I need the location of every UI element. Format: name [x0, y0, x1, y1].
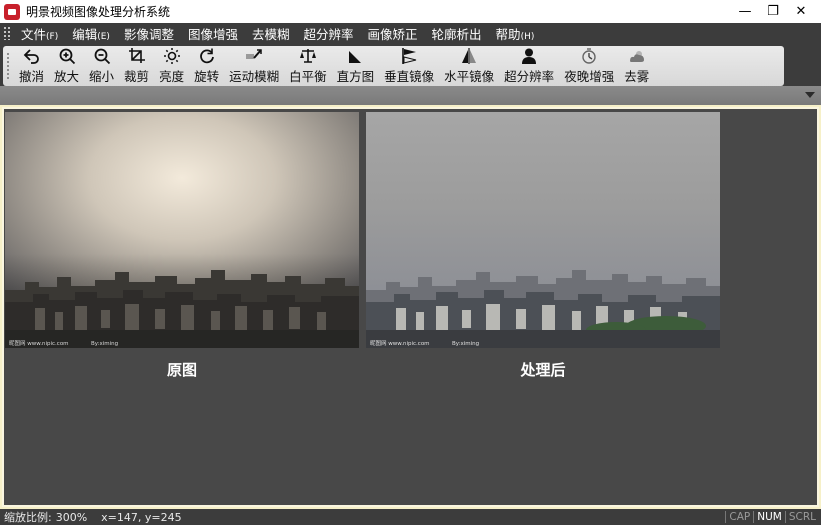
status-zoom-label: 缩放比例: [4, 511, 52, 524]
crop-button[interactable]: 裁剪 [119, 47, 154, 85]
scroll-lock-indicator: SCRL [784, 511, 819, 523]
menu-file-label: 文件 [21, 26, 47, 42]
menu-image-adjust-label: 影像调整 [123, 26, 174, 42]
motion-blur-icon [246, 49, 262, 59]
menu-image-correction-label: 画像矫正 [367, 26, 418, 42]
night-enhance-button[interactable]: 夜晚增强 [559, 47, 619, 85]
zoom-out-label: 缩小 [89, 69, 115, 84]
toolbar-area: 撤消 放大 缩小 裁剪 亮度 旋转 运动模糊 白平衡 直方图 垂直镜像 水平镜像… [0, 43, 821, 86]
super-resolution-label: 超分辨率 [504, 69, 555, 84]
balance-icon [299, 49, 316, 63]
menu-edit-label: 编辑 [72, 26, 98, 42]
num-lock-indicator: NUM [753, 511, 785, 523]
original-image[interactable]: 昵图网 www.nipic.com By:ximing [5, 112, 359, 348]
brightness-label: 亮度 [159, 69, 185, 84]
minimize-button[interactable]: — [731, 0, 759, 23]
zoom-in-button[interactable]: 放大 [49, 47, 84, 85]
zoom-in-icon [59, 48, 75, 65]
super-resolution-button[interactable]: 超分辨率 [499, 47, 559, 85]
histogram-label: 直方图 [336, 69, 375, 84]
undo-button[interactable]: 撤消 [14, 47, 49, 85]
processed-watermark: 昵图网 www.nipic.com [370, 339, 430, 347]
menu-help-label: 帮助 [495, 26, 521, 42]
menu-help-accel: (H) [520, 31, 535, 42]
menu-bar: 文件(F) 编辑(E) 影像调整 图像增强 去模糊 超分辨率 画像矫正 轮廓析出… [0, 23, 821, 43]
window-title: 明景视频图像处理分析系统 [26, 5, 171, 19]
chevron-down-icon[interactable] [805, 92, 815, 98]
menu-file-accel: (F) [46, 31, 59, 42]
rotate-label: 旋转 [194, 69, 220, 84]
rotate-icon [199, 48, 214, 64]
undo-label: 撤消 [19, 69, 45, 84]
caps-lock-indicator: CAP [725, 511, 753, 523]
horizontal-mirror-label: 水平镜像 [444, 69, 495, 84]
zoom-in-label: 放大 [54, 69, 80, 84]
processed-image[interactable]: 昵图网 www.nipic.com By:ximing [366, 112, 720, 348]
title-bar: 明景视频图像处理分析系统 — ❐ ✕ [0, 0, 821, 23]
processed-photo: 昵图网 www.nipic.com By:ximing [366, 112, 720, 348]
menu-edit[interactable]: 编辑(E) [65, 24, 117, 43]
menu-image-enhance[interactable]: 图像增强 [181, 24, 245, 43]
toolbar: 撤消 放大 缩小 裁剪 亮度 旋转 运动模糊 白平衡 直方图 垂直镜像 水平镜像… [3, 46, 784, 86]
white-balance-label: 白平衡 [289, 69, 327, 84]
status-coordinates: x=147, y=245 [101, 510, 182, 524]
menu-image-enhance-label: 图像增强 [187, 26, 238, 42]
menu-deblur[interactable]: 去模糊 [245, 24, 297, 43]
motion-blur-label: 运动模糊 [229, 69, 280, 84]
image-view-frame: 昵图网 www.nipic.com By:ximing 昵图网 www.nipi… [0, 105, 821, 509]
app-logo-icon[interactable] [4, 3, 20, 20]
super-resolution-icon [522, 48, 537, 64]
status-zoom-value: 300% [55, 510, 88, 524]
menu-super-resolution[interactable]: 超分辨率 [297, 24, 361, 43]
dehaze-label: 去雾 [624, 69, 650, 84]
menu-grip-icon[interactable] [3, 26, 11, 40]
panel-header-strip [0, 86, 821, 105]
night-enhance-label: 夜晚增强 [564, 69, 615, 84]
brightness-button[interactable]: 亮度 [154, 47, 189, 85]
menu-image-adjust[interactable]: 影像调整 [117, 24, 181, 43]
brightness-icon [163, 48, 180, 64]
close-button[interactable]: ✕ [787, 0, 815, 23]
crop-label: 裁剪 [124, 69, 150, 84]
menu-deblur-label: 去模糊 [251, 26, 290, 42]
menu-image-correction[interactable]: 画像矫正 [361, 24, 425, 43]
original-watermark-user: By:ximing [91, 341, 118, 347]
image-canvas: 昵图网 www.nipic.com By:ximing 昵图网 www.nipi… [2, 107, 819, 507]
menu-file[interactable]: 文件(F) [14, 24, 65, 43]
vertical-mirror-button[interactable]: 垂直镜像 [379, 47, 439, 85]
toolbar-grip-icon[interactable] [6, 52, 10, 80]
histogram-button[interactable]: 直方图 [332, 47, 380, 85]
menu-contour-extract-label: 轮廓析出 [431, 26, 482, 42]
original-watermark: 昵图网 www.nipic.com [9, 339, 69, 347]
menu-edit-accel: (E) [97, 31, 110, 42]
horizontal-mirror-icon [462, 48, 477, 64]
menu-help[interactable]: 帮助(H) [489, 24, 542, 43]
histogram-icon [349, 51, 362, 63]
motion-blur-button[interactable]: 运动模糊 [224, 47, 284, 85]
dehaze-icon [629, 51, 644, 62]
menu-super-resolution-label: 超分辨率 [303, 26, 354, 42]
rotate-button[interactable]: 旋转 [189, 47, 224, 85]
zoom-out-icon [94, 48, 110, 65]
original-caption: 原图 [166, 361, 197, 379]
zoom-out-button[interactable]: 缩小 [84, 47, 119, 85]
white-balance-button[interactable]: 白平衡 [284, 47, 332, 85]
original-photo: 昵图网 www.nipic.com By:ximing [5, 112, 359, 348]
processed-watermark-user: By:ximing [452, 341, 479, 347]
vertical-mirror-label: 垂直镜像 [384, 69, 435, 84]
vertical-mirror-icon [402, 48, 417, 64]
horizontal-mirror-button[interactable]: 水平镜像 [439, 47, 499, 85]
night-enhance-icon [582, 48, 596, 64]
restore-button[interactable]: ❐ [759, 0, 787, 23]
keyboard-indicators: CAP NUM SCRL [725, 509, 819, 525]
menu-contour-extract[interactable]: 轮廓析出 [425, 24, 489, 43]
status-bar: 缩放比例: 300% x=147, y=245 CAP NUM SCRL [0, 509, 821, 525]
processed-caption: 处理后 [520, 361, 566, 379]
undo-icon [23, 49, 39, 64]
crop-icon [128, 48, 145, 63]
window-controls: — ❐ ✕ [731, 0, 821, 23]
dehaze-button[interactable]: 去雾 [619, 47, 654, 85]
